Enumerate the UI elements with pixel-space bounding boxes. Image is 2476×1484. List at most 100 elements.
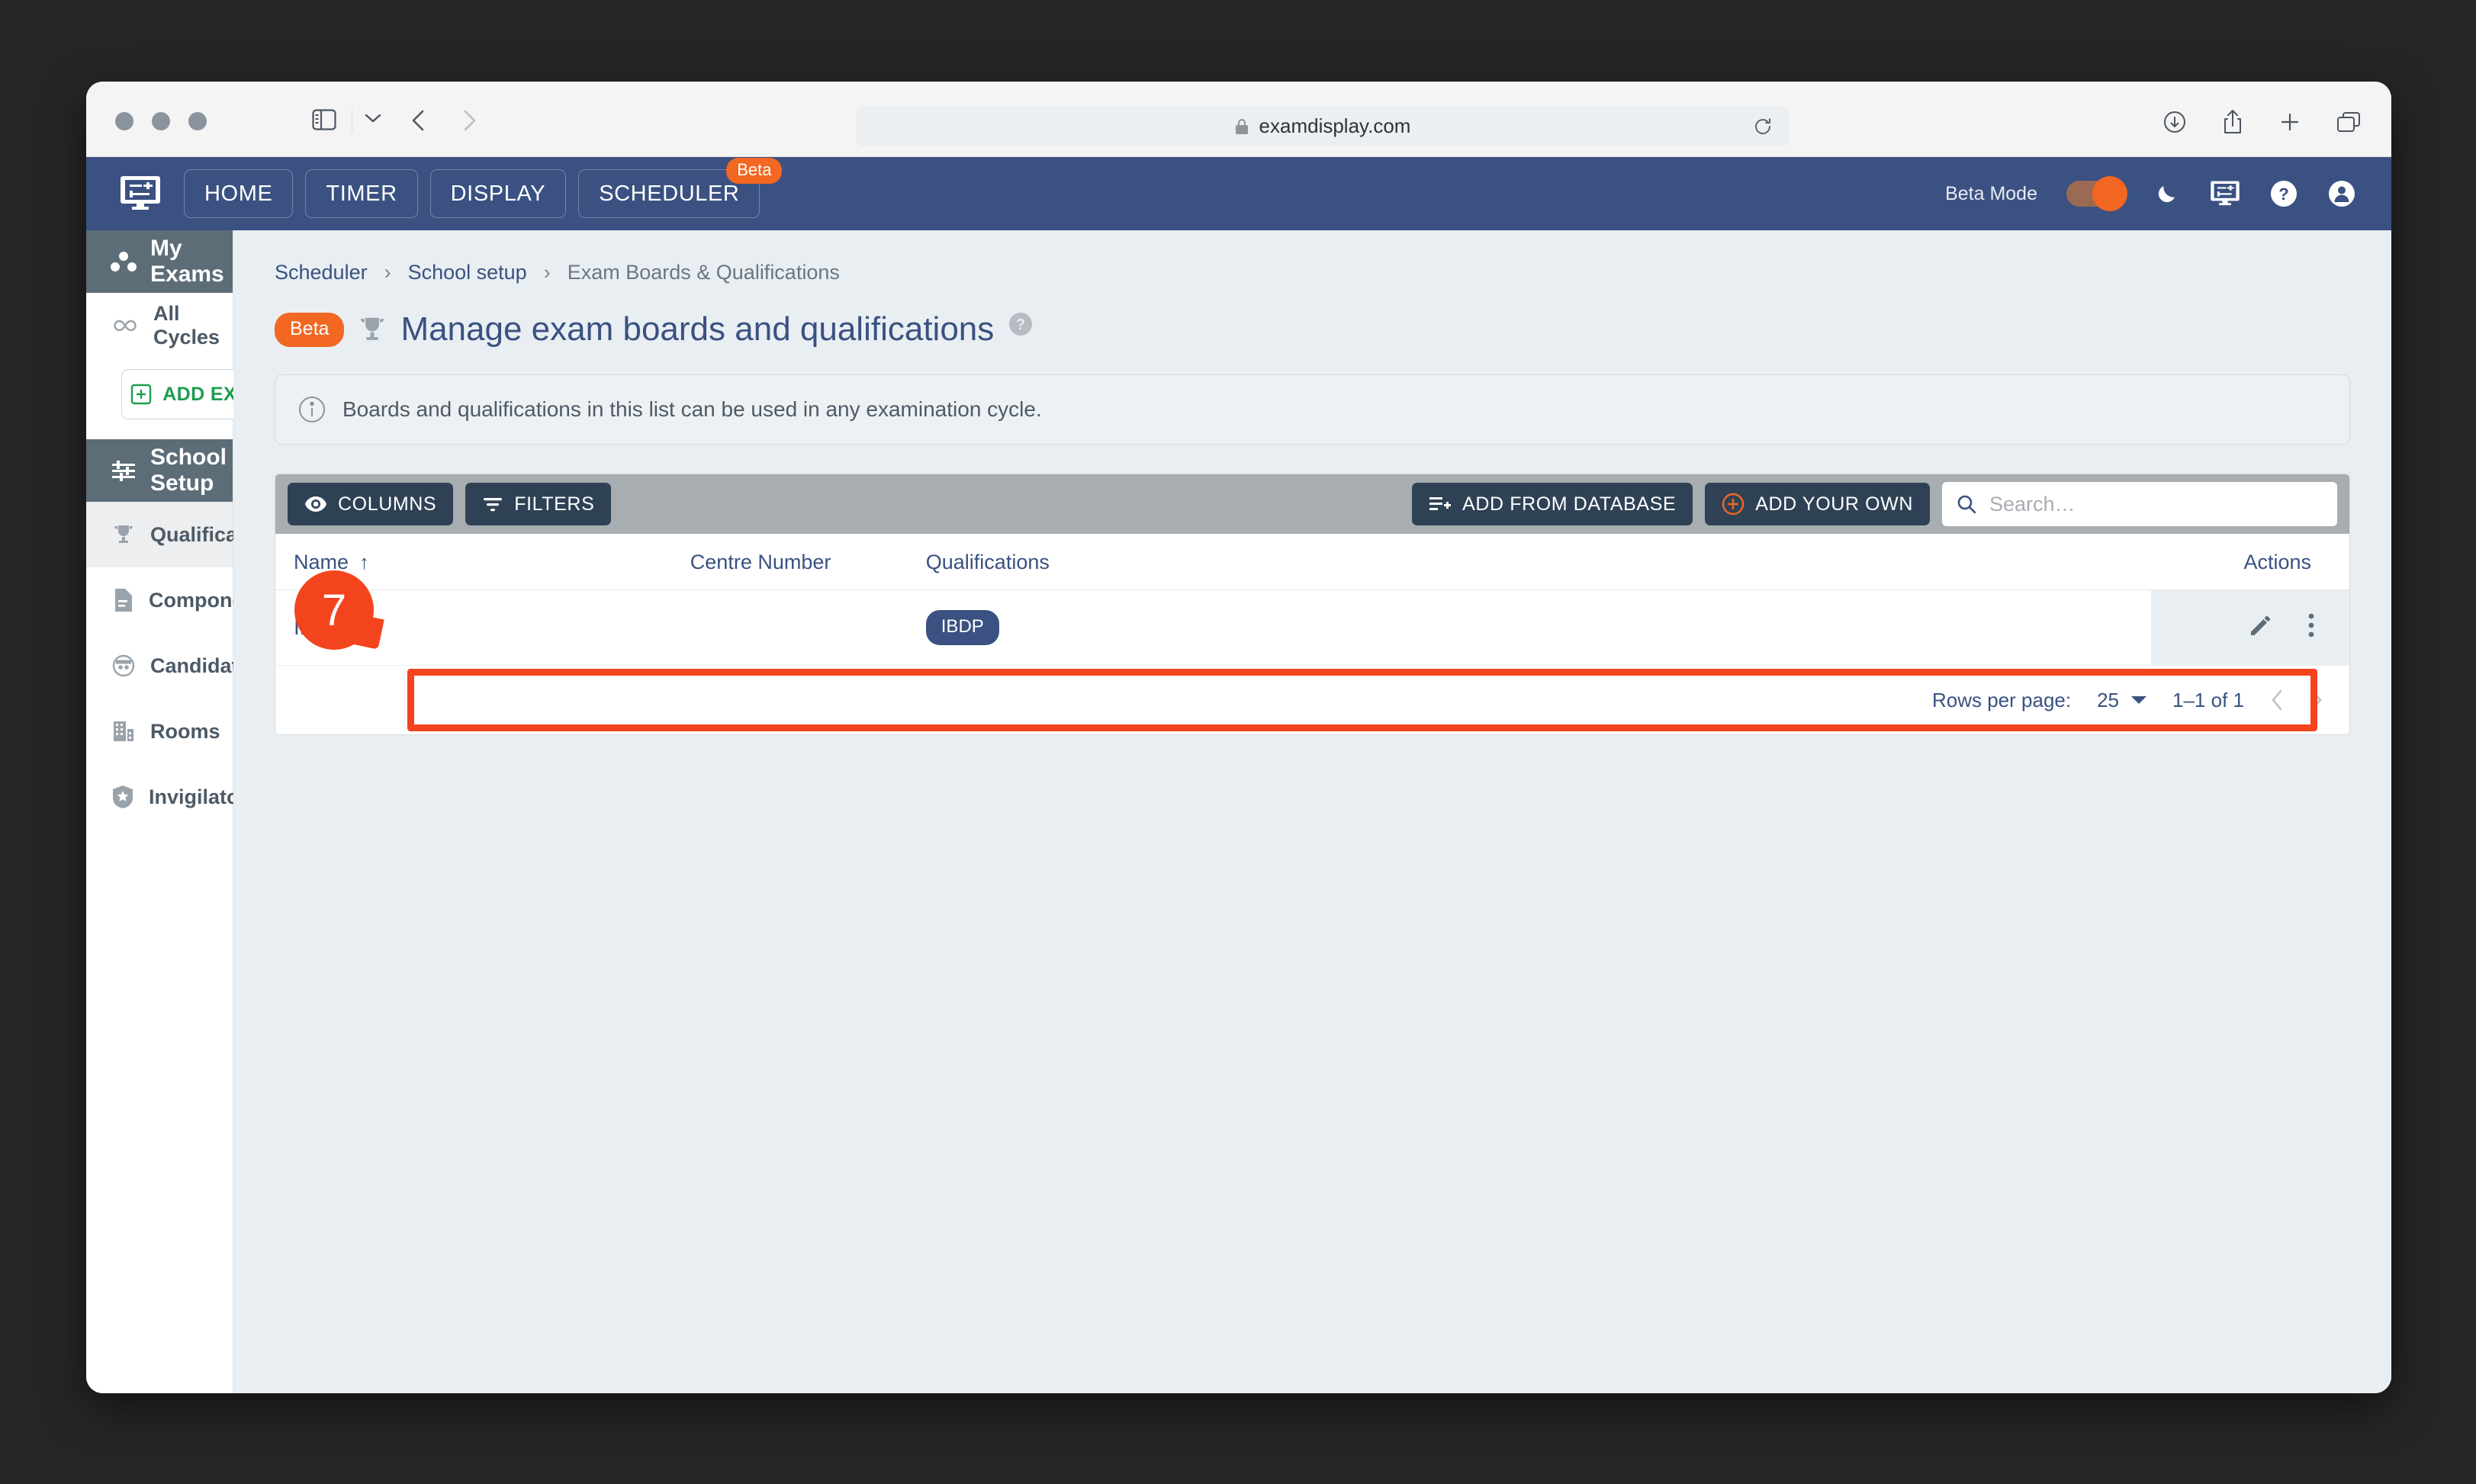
add-your-own-button[interactable]: ADD YOUR OWN — [1705, 483, 1930, 525]
url-bar[interactable]: examdisplay.com — [856, 106, 1789, 146]
info-banner-text: Boards and qualifications in this list c… — [342, 397, 1042, 421]
lock-icon — [1235, 117, 1249, 136]
filters-button-label: FILTERS — [514, 493, 595, 515]
main-content: Scheduler › School setup › Exam Boards &… — [233, 230, 2391, 1393]
pagination-range-label: 1–1 of 1 — [2172, 688, 2244, 711]
sidebar-item-qualifications[interactable]: Qualifications — [86, 502, 287, 567]
add-exam-cycle-container: ADD EXAM CYCLE — [86, 358, 348, 439]
sidebar-section-my-exams[interactable]: My Exams — [86, 230, 233, 293]
page-beta-badge: Beta — [275, 312, 345, 347]
forward-chevron-icon[interactable] — [461, 109, 478, 132]
close-window-button[interactable] — [115, 112, 133, 130]
nav-button-scheduler[interactable]: SCHEDULER Beta — [578, 158, 783, 218]
trophy-icon — [112, 523, 135, 546]
edit-pencil-icon[interactable] — [2249, 613, 2273, 638]
sidebar-item-candidates[interactable]: Candidates — [86, 633, 262, 699]
nav-label-scheduler: SCHEDULER — [599, 181, 740, 206]
sidebar-section-school-setup[interactable]: School Setup — [86, 439, 233, 502]
nav-button-display[interactable]: DISPLAY — [429, 169, 567, 218]
row-action-icons — [2249, 612, 2316, 638]
breadcrumb-item-school-setup[interactable]: School setup — [408, 261, 527, 284]
info-icon — [298, 396, 326, 423]
column-header-centre-number[interactable]: Centre Number — [690, 534, 926, 590]
back-chevron-icon[interactable] — [410, 109, 426, 132]
scheduler-beta-badge: Beta — [726, 158, 783, 184]
window-controls[interactable] — [115, 112, 207, 130]
main-nav-buttons: HOME TIMER DISPLAY SCHEDULER Beta — [184, 158, 783, 218]
infinity-icon — [112, 317, 138, 334]
plus-icon[interactable] — [2278, 111, 2301, 133]
breadcrumb-separator: › — [543, 261, 551, 284]
breadcrumb-item-scheduler[interactable]: Scheduler — [275, 261, 368, 284]
app-body: My Exams All Cycles ADD EXA — [86, 230, 2391, 1393]
nav-label-home: HOME — [204, 181, 273, 206]
qualifications-table: Name ↑ Centre Number Qualifications Actio… — [275, 534, 2349, 666]
add-from-database-button[interactable]: ADD FROM DATABASE — [1412, 483, 1693, 525]
sidebar-section-label-my-exams: My Exams — [150, 236, 224, 287]
filters-button[interactable]: FILTERS — [465, 483, 612, 525]
add-your-own-label: ADD YOUR OWN — [1755, 493, 1913, 515]
tune-icon — [111, 459, 137, 482]
svg-text:?: ? — [2278, 185, 2288, 204]
beta-mode-label: Beta Mode — [1945, 182, 2037, 204]
sidebar-section-label-school-setup: School Setup — [150, 445, 227, 496]
svg-text:?: ? — [1016, 316, 1025, 333]
add-from-database-label: ADD FROM DATABASE — [1462, 493, 1677, 515]
table-body: IBO IBDP — [275, 589, 2349, 666]
sidebar: My Exams All Cycles ADD EXA — [86, 230, 348, 1393]
chevron-right-icon[interactable] — [2310, 689, 2323, 711]
downloads-icon[interactable] — [2162, 110, 2187, 134]
display-settings-icon[interactable] — [2210, 180, 2240, 207]
account-icon[interactable] — [2327, 179, 2356, 208]
sidebar-item-invigilators[interactable]: Invigilators — [86, 764, 259, 830]
chevron-down-icon — [2131, 695, 2147, 705]
grid-toolbar: COLUMNS FILTERS ADD FROM DATABASE ADD YO… — [275, 474, 2349, 534]
sort-ascending-icon: ↑ — [359, 551, 370, 573]
sidebar-item-components[interactable]: Components — [86, 567, 275, 633]
plus-box-icon — [130, 384, 152, 405]
tab-overview-icon[interactable] — [2336, 111, 2361, 133]
rows-per-page-select[interactable]: 25 — [2097, 688, 2147, 712]
building-icon — [112, 720, 135, 743]
share-icon[interactable] — [2222, 109, 2243, 135]
help-icon[interactable]: ? — [2269, 179, 2298, 208]
chevron-left-icon[interactable] — [2270, 689, 2284, 711]
table-row[interactable]: IBO IBDP — [275, 589, 2349, 666]
rows-per-page-label: Rows per page: — [1931, 688, 2072, 711]
cell-qualifications: IBDP — [925, 589, 2152, 666]
columns-button[interactable]: COLUMNS — [288, 483, 454, 525]
table-header-row: Name ↑ Centre Number Qualifications Actio… — [275, 534, 2349, 590]
rows-per-page-value: 25 — [2097, 688, 2120, 711]
column-header-qualifications[interactable]: Qualifications — [925, 534, 2152, 590]
face-icon — [112, 654, 135, 677]
sidebar-toggle-icon[interactable] — [312, 109, 336, 130]
sidebar-item-rooms[interactable]: Rooms — [86, 699, 233, 764]
table-header: Name ↑ Centre Number Qualifications Actio… — [275, 534, 2349, 590]
beta-mode-toggle[interactable] — [2066, 176, 2127, 211]
columns-button-label: COLUMNS — [338, 493, 437, 515]
shield-star-icon — [112, 785, 133, 809]
help-circle-icon[interactable]: ? — [1008, 311, 1034, 337]
more-vertical-icon[interactable] — [2307, 612, 2316, 638]
sidebar-item-all-cycles[interactable]: All Cycles — [86, 293, 233, 358]
desktop-background: examdisplay.com HOME TIMER DISPLAY SCHED… — [0, 0, 2476, 1484]
cell-actions — [2151, 589, 2349, 666]
search-input[interactable] — [1989, 492, 2323, 516]
qualification-chip: IBDP — [925, 610, 999, 645]
filter-icon — [482, 495, 503, 513]
search-box[interactable] — [1942, 482, 2337, 526]
chevron-down-icon[interactable] — [364, 112, 382, 124]
display-settings-icon[interactable] — [120, 175, 161, 213]
reload-icon[interactable] — [1753, 117, 1773, 137]
maximize-window-button[interactable] — [188, 112, 207, 130]
nav-button-timer[interactable]: TIMER — [305, 169, 418, 218]
data-grid-card: COLUMNS FILTERS ADD FROM DATABASE ADD YO… — [275, 474, 2350, 735]
nav-label-timer: TIMER — [326, 181, 397, 206]
top-navigation-right: Beta Mode ? — [1945, 176, 2356, 211]
breadcrumb-separator: › — [384, 261, 391, 284]
minimize-window-button[interactable] — [152, 112, 170, 130]
nav-button-home[interactable]: HOME — [184, 169, 294, 218]
url-text: examdisplay.com — [1259, 114, 1411, 137]
moon-icon[interactable] — [2153, 180, 2181, 207]
toggle-knob — [2092, 176, 2127, 211]
